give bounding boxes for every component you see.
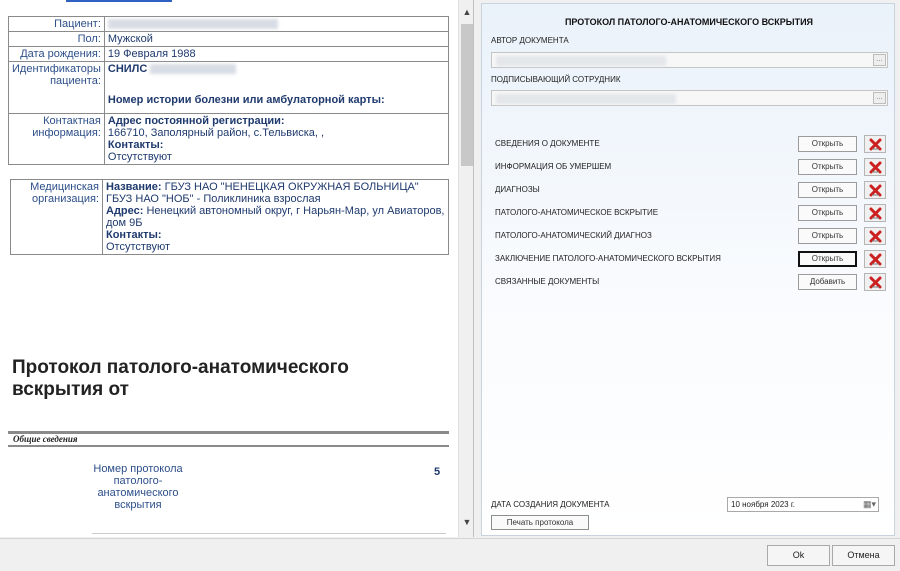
snils-label: СНИЛС — [107, 63, 148, 75]
patient-row-contacts: Контактная информация: Адрес постоянной … — [8, 113, 450, 165]
protocol-number-label: Номер протокола патолого-анатомического … — [93, 463, 183, 511]
section-label: СВЕДЕНИЯ О ДОКУМЕНТЕ — [495, 139, 600, 148]
patient-row-birthdate: Дата рождения: 19 Февраля 1988 — [8, 46, 450, 62]
general-section-bar: Общие сведения — [8, 431, 449, 447]
section-label: ПАТОЛОГО-АНАТОМИЧЕСКОЕ ВСКРЫТИЕ — [495, 208, 659, 217]
org-address-title: Адрес: — [106, 205, 144, 217]
red-x-icon[interactable] — [864, 181, 886, 199]
section-label: ДИАГНОЗЫ — [495, 185, 540, 194]
red-x-icon[interactable] — [864, 273, 886, 291]
redacted-snils — [150, 64, 237, 75]
org-contacts-title: Контакты: — [106, 229, 162, 241]
sex-label: Пол: — [8, 31, 105, 47]
org-row: Медицинская организация: Название: ГБУЗ … — [10, 179, 449, 255]
identifiers-value: СНИЛС Номер истории болезни или амбулато… — [103, 61, 450, 114]
patient-row-identifiers: Идентификаторы пациента: СНИЛС Номер ист… — [8, 61, 450, 114]
signer-field[interactable]: ... — [491, 90, 888, 106]
org-address-value: Ненецкий автономный округ, г Нарьян-Мар,… — [106, 205, 445, 229]
org-contacts-value: Отсутствуют — [106, 241, 171, 253]
add-button[interactable]: Добавить — [798, 274, 857, 290]
redacted-signer — [496, 94, 676, 104]
vertical-scrollbar[interactable]: ▲ ▼ — [458, 0, 473, 537]
creation-date-value: 10 ноября 2023 г. — [731, 500, 795, 509]
signer-select-button[interactable]: ... — [873, 92, 886, 104]
patient-info-table: Пациент: Пол: Мужской Дата рождения: 19 … — [8, 16, 450, 165]
red-x-icon[interactable] — [864, 250, 886, 268]
section-label: ЗАКЛЮЧЕНИЕ ПАТОЛОГО-АНАТОМИЧЕСКОГО ВСКРЫ… — [495, 254, 721, 263]
dialog-button-bar: Ok Отмена — [0, 538, 900, 571]
history-number-label: Номер истории болезни или амбулаторной к… — [107, 94, 385, 106]
general-section-label: Общие сведения — [13, 434, 78, 444]
section-label: ПАТОЛОГО-АНАТОМИЧЕСКИЙ ДИАГНОЗ — [495, 231, 652, 240]
section-row-autopsy-conclusion: ЗАКЛЮЧЕНИЕ ПАТОЛОГО-АНАТОМИЧЕСКОГО ВСКРЫ… — [495, 250, 887, 268]
signer-label: ПОДПИСЫВАЮЩИЙ СОТРУДНИК — [491, 75, 621, 84]
top-link-underline — [66, 0, 172, 2]
open-button[interactable]: Открыть — [798, 182, 857, 198]
patient-row-sex: Пол: Мужской — [8, 31, 450, 47]
org-value: Название: ГБУЗ НАО "НЕНЕЦКАЯ ОКРУЖНАЯ БО… — [102, 179, 449, 255]
birthdate-value: 19 Февраля 1988 — [103, 46, 450, 62]
section-row-deceased-info: ИНФОРМАЦИЯ ОБ УМЕРШЕМ Открыть — [495, 158, 887, 176]
open-button[interactable]: Открыть — [798, 159, 857, 175]
address-title: Адрес постоянной регистрации: — [107, 115, 285, 127]
panel-title: ПРОТОКОЛ ПАТОЛОГО-АНАТОМИЧЕСКОГО ВСКРЫТИ… — [564, 17, 814, 27]
creation-date-picker[interactable]: 10 ноября 2023 г. ▦▾ — [727, 497, 879, 512]
contact-label: Контактная информация: — [8, 113, 105, 165]
org-name-value: ГБУЗ НАО "НЕНЕЦКАЯ ОКРУЖНАЯ БОЛЬНИЦА" — [164, 181, 419, 193]
red-x-icon[interactable] — [864, 227, 886, 245]
section-row-diagnoses: ДИАГНОЗЫ Открыть — [495, 181, 887, 199]
organization-info-table: Медицинская организация: Название: ГБУЗ … — [10, 179, 449, 255]
identifiers-label: Идентификаторы пациента: — [8, 61, 105, 114]
red-x-icon[interactable] — [864, 158, 886, 176]
scroll-thumb[interactable] — [461, 24, 473, 166]
red-x-icon[interactable] — [864, 135, 886, 153]
org-sub-value: ГБУЗ НАО "НОБ" - Поликлиника взрослая — [106, 193, 321, 205]
redacted-name — [107, 19, 278, 30]
birthdate-label: Дата рождения: — [8, 46, 105, 62]
patient-row-name: Пациент: — [8, 16, 450, 32]
author-label: АВТОР ДОКУМЕНТА — [491, 36, 569, 45]
patient-name-value — [103, 16, 450, 32]
org-label: Медицинская организация: — [10, 179, 103, 255]
author-field[interactable]: ... — [491, 52, 888, 68]
open-button[interactable]: Открыть — [798, 228, 857, 244]
patient-label: Пациент: — [8, 16, 105, 32]
print-protocol-button[interactable]: Печать протокола — [491, 515, 589, 530]
redacted-author — [496, 56, 666, 66]
chevron-up-icon[interactable]: ▲ — [459, 6, 473, 18]
protocol-editor-panel: ПРОТОКОЛ ПАТОЛОГО-АНАТОМИЧЕСКОГО ВСКРЫТИ… — [481, 3, 895, 536]
section-row-document-info: СВЕДЕНИЯ О ДОКУМЕНТЕ Открыть — [495, 135, 887, 153]
contacts-title: Контакты: — [107, 139, 164, 151]
calendar-icon[interactable]: ▦▾ — [863, 499, 876, 510]
section-label: ИНФОРМАЦИЯ ОБ УМЕРШЕМ — [495, 162, 612, 171]
document-preview-content: Пациент: Пол: Мужской Дата рождения: 19 … — [0, 0, 458, 537]
ok-button[interactable]: Ok — [767, 545, 830, 566]
contact-value: Адрес постоянной регистрации: 166710, За… — [103, 113, 450, 165]
chevron-down-icon[interactable]: ▼ — [459, 516, 473, 528]
open-button[interactable]: Открыть — [798, 136, 857, 152]
open-button[interactable]: Открыть — [798, 205, 857, 221]
sex-value: Мужской — [103, 31, 450, 47]
section-label: СВЯЗАННЫЕ ДОКУМЕНТЫ — [495, 277, 600, 286]
author-select-button[interactable]: ... — [873, 54, 886, 66]
document-preview-pane[interactable]: Пациент: Пол: Мужской Дата рождения: 19 … — [0, 0, 474, 537]
red-x-icon[interactable] — [864, 204, 886, 222]
org-name-title: Название: — [106, 181, 162, 193]
section-row-related-docs: СВЯЗАННЫЕ ДОКУМЕНТЫ Добавить — [495, 273, 887, 291]
protocol-title: Протокол патолого-анатомического вскрыти… — [12, 357, 349, 400]
protocol-number-value: 5 — [434, 466, 441, 478]
contacts-value: Отсутствуют — [107, 151, 172, 163]
creation-date-label: ДАТА СОЗДАНИЯ ДОКУМЕНТА — [491, 500, 610, 509]
divider — [92, 533, 446, 534]
section-row-autopsy-diagnosis: ПАТОЛОГО-АНАТОМИЧЕСКИЙ ДИАГНОЗ Открыть — [495, 227, 887, 245]
open-button[interactable]: Открыть — [798, 251, 857, 267]
section-row-autopsy: ПАТОЛОГО-АНАТОМИЧЕСКОЕ ВСКРЫТИЕ Открыть — [495, 204, 887, 222]
cancel-button[interactable]: Отмена — [832, 545, 895, 566]
address-value: 166710, Заполярный район, с.Тельвиска, , — [107, 127, 325, 139]
